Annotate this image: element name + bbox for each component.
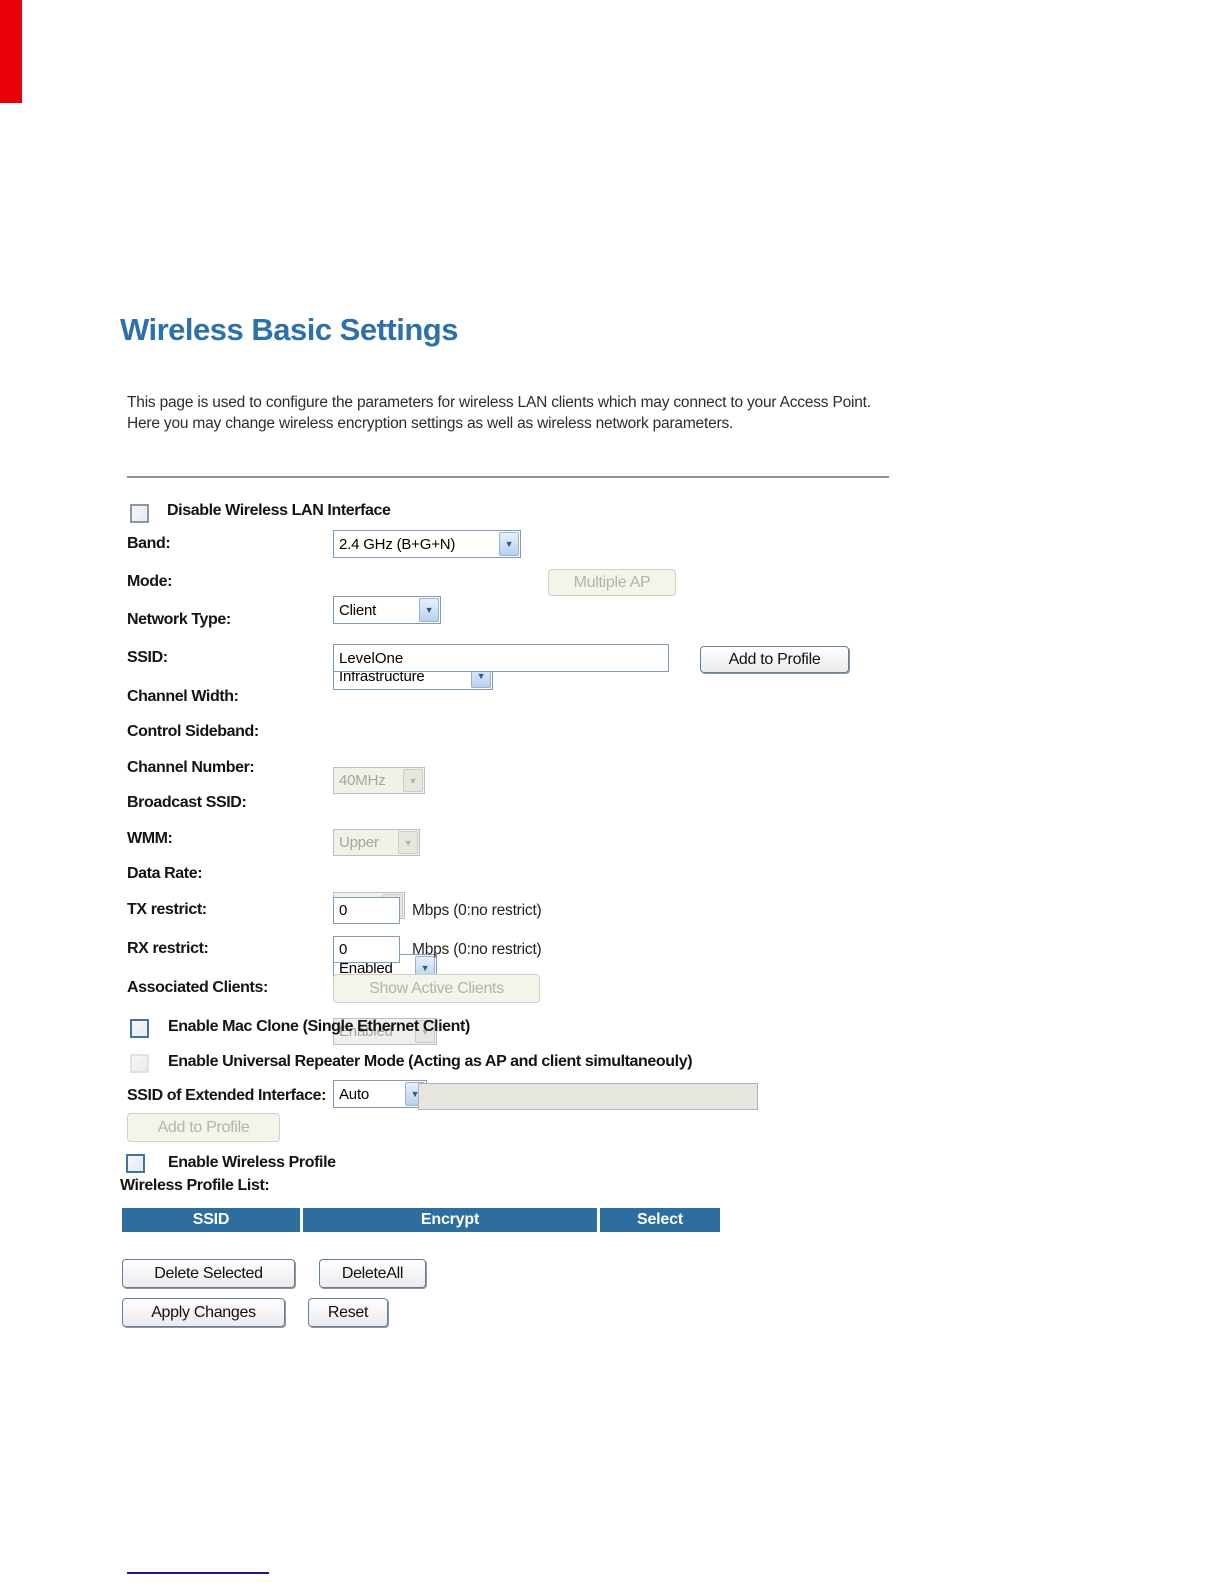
broadcast-ssid-label: Broadcast SSID: <box>127 794 247 811</box>
band-label: Band: <box>127 535 171 552</box>
wireless-profile-list-label: Wireless Profile List: <box>120 1177 270 1194</box>
ssid-input[interactable] <box>333 644 669 672</box>
delete-selected-button[interactable]: Delete Selected <box>122 1259 295 1288</box>
channel-width-select: 40MHz ▼ <box>333 767 425 794</box>
ssid-label: SSID: <box>127 649 168 666</box>
band-value: 2.4 GHz (B+G+N) <box>339 535 456 553</box>
red-corner-strip <box>0 0 22 103</box>
extended-ssid-input <box>418 1083 758 1110</box>
data-rate-label: Data Rate: <box>127 865 203 882</box>
rx-restrict-label: RX restrict: <box>127 940 209 957</box>
add-to-profile-extended-button: Add to Profile <box>127 1113 280 1142</box>
channel-width-label: Channel Width: <box>127 688 239 705</box>
page-description: This page is used to configure the param… <box>127 394 871 432</box>
wireless-profile-table: SSID Encrypt Select <box>122 1208 720 1232</box>
mode-select[interactable]: Client ▼ <box>333 596 441 624</box>
add-to-profile-button[interactable]: Add to Profile <box>700 646 849 673</box>
footer-link-underline <box>127 1572 269 1574</box>
channel-width-value: 40MHz <box>339 772 386 789</box>
disable-wlan-checkbox[interactable] <box>130 504 149 523</box>
channel-number-label: Channel Number: <box>127 759 255 776</box>
chevron-down-icon: ▼ <box>398 831 418 854</box>
control-sideband-label: Control Sideband: <box>127 723 259 740</box>
mac-clone-checkbox[interactable] <box>130 1019 149 1038</box>
rx-restrict-input[interactable] <box>333 936 400 963</box>
associated-clients-label: Associated Clients: <box>127 979 268 996</box>
multiple-ap-button: Multiple AP <box>548 569 676 596</box>
tx-restrict-suffix: Mbps (0:no restrict) <box>412 902 542 919</box>
disable-wlan-label: Disable Wireless LAN Interface <box>167 502 391 519</box>
extended-ssid-label: SSID of Extended Interface: <box>127 1087 327 1104</box>
column-header-select: Select <box>600 1208 720 1232</box>
network-type-label: Network Type: <box>127 611 231 628</box>
reset-button[interactable]: Reset <box>308 1298 388 1327</box>
apply-changes-button[interactable]: Apply Changes <box>122 1298 285 1327</box>
band-select[interactable]: 2.4 GHz (B+G+N) ▼ <box>333 530 521 558</box>
control-sideband-value: Upper <box>339 834 379 851</box>
page-title: Wireless Basic Settings <box>120 312 458 347</box>
wireless-profile-label: Enable Wireless Profile <box>168 1154 336 1171</box>
control-sideband-select: Upper ▼ <box>333 829 420 856</box>
mode-label: Mode: <box>127 573 173 590</box>
rx-restrict-suffix: Mbps (0:no restrict) <box>412 941 542 958</box>
column-header-encrypt: Encrypt <box>303 1208 597 1232</box>
mac-clone-label: Enable Mac Clone (Single Ethernet Client… <box>168 1018 470 1035</box>
wireless-profile-checkbox[interactable] <box>126 1154 145 1173</box>
column-header-ssid: SSID <box>122 1208 300 1232</box>
mode-value: Client <box>339 601 377 619</box>
data-rate-select[interactable]: Auto ▼ <box>333 1080 427 1108</box>
divider <box>127 476 889 478</box>
universal-repeater-label: Enable Universal Repeater Mode (Acting a… <box>168 1053 693 1070</box>
tx-restrict-input[interactable] <box>333 897 400 924</box>
wmm-label: WMM: <box>127 830 173 847</box>
chevron-down-icon[interactable]: ▼ <box>499 532 519 556</box>
data-rate-value: Auto <box>339 1085 370 1103</box>
show-active-clients-button: Show Active Clients <box>333 974 540 1003</box>
delete-all-button[interactable]: DeleteAll <box>319 1259 426 1288</box>
chevron-down-icon[interactable]: ▼ <box>419 598 439 622</box>
chevron-down-icon: ▼ <box>403 769 423 792</box>
tx-restrict-label: TX restrict: <box>127 901 207 918</box>
universal-repeater-checkbox <box>130 1054 149 1073</box>
